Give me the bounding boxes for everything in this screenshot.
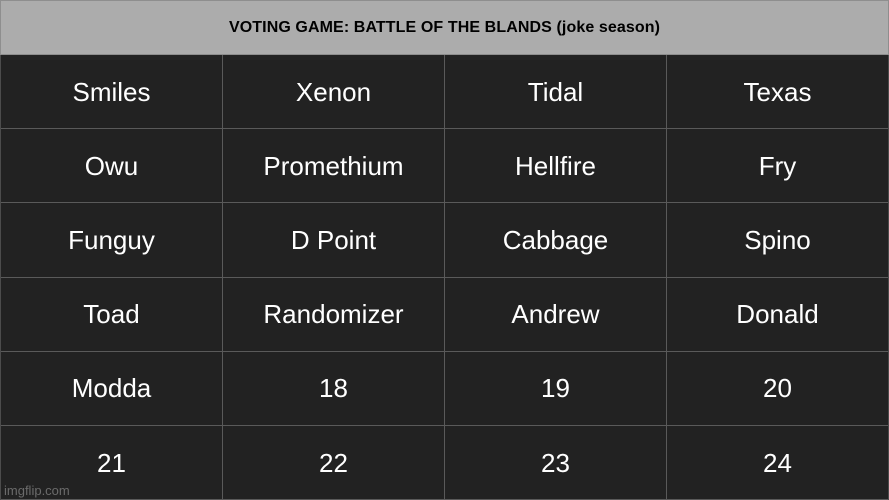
cell-label: Funguy: [68, 224, 155, 255]
cell-label: Promethium: [263, 150, 404, 181]
cell-label: Spino: [744, 224, 811, 255]
cell-label: 24: [763, 447, 792, 478]
table-row: Modda 18 19 20: [1, 351, 888, 426]
grid-cell[interactable]: Owu: [1, 129, 223, 204]
voting-grid: Smiles Xenon Tidal Texas Owu Promethium …: [0, 55, 889, 500]
cell-label: Tidal: [527, 76, 584, 107]
grid-cell[interactable]: Cabbage: [445, 203, 667, 278]
grid-cell[interactable]: Modda: [1, 351, 223, 426]
grid-cell[interactable]: Randomizer: [223, 277, 445, 352]
grid-cell[interactable]: Fry: [667, 129, 888, 204]
grid-cell[interactable]: Promethium: [223, 129, 445, 204]
grid-cell[interactable]: Spino: [667, 203, 888, 278]
table-row: 21 22 23 24: [1, 425, 888, 500]
cell-label: Smiles: [72, 76, 151, 107]
grid-cell[interactable]: 20: [667, 351, 888, 426]
grid-cell[interactable]: Andrew: [445, 277, 667, 352]
grid-cell[interactable]: D Point: [223, 203, 445, 278]
cell-label: 20: [763, 373, 792, 404]
grid-cell[interactable]: Texas: [667, 55, 888, 130]
grid-cell[interactable]: Hellfire: [445, 129, 667, 204]
grid-cell[interactable]: 18: [223, 351, 445, 426]
cell-label: 23: [541, 447, 570, 478]
grid-cell[interactable]: Donald: [667, 277, 888, 352]
cell-label: Modda: [71, 373, 152, 404]
cell-label: 21: [97, 447, 126, 478]
cell-label: Toad: [83, 299, 140, 330]
page-title: VOTING GAME: BATTLE OF THE BLANDS (joke …: [228, 18, 661, 36]
cell-label: 19: [541, 373, 570, 404]
cell-label: D Point: [290, 224, 377, 255]
cell-label: Cabbage: [502, 224, 609, 255]
grid-cell[interactable]: 23: [445, 425, 667, 500]
cell-label: Donald: [736, 299, 819, 330]
cell-label: Andrew: [511, 299, 600, 330]
grid-cell[interactable]: 22: [223, 425, 445, 500]
cell-label: Texas: [743, 76, 812, 107]
meme-image: VOTING GAME: BATTLE OF THE BLANDS (joke …: [0, 0, 889, 500]
grid-cell[interactable]: Funguy: [1, 203, 223, 278]
grid-cell[interactable]: Smiles: [1, 55, 223, 130]
cell-label: 22: [319, 447, 348, 478]
table-row: Funguy D Point Cabbage Spino: [1, 203, 888, 278]
cell-label: Fry: [758, 150, 797, 181]
cell-label: Xenon: [295, 76, 372, 107]
cell-label: Hellfire: [515, 150, 596, 181]
table-row: Smiles Xenon Tidal Texas: [1, 55, 888, 130]
table-row: Toad Randomizer Andrew Donald: [1, 277, 888, 352]
grid-cell[interactable]: 21: [1, 425, 223, 500]
grid-cell[interactable]: Xenon: [223, 55, 445, 130]
grid-cell[interactable]: Tidal: [445, 55, 667, 130]
grid-cell[interactable]: 19: [445, 351, 667, 426]
cell-label: 18: [319, 373, 348, 404]
cell-label: Owu: [84, 150, 139, 181]
table-row: Owu Promethium Hellfire Fry: [1, 129, 888, 204]
grid-cell[interactable]: 24: [667, 425, 888, 500]
grid-cell[interactable]: Toad: [1, 277, 223, 352]
cell-label: Randomizer: [263, 299, 404, 330]
title-banner: VOTING GAME: BATTLE OF THE BLANDS (joke …: [0, 0, 889, 55]
